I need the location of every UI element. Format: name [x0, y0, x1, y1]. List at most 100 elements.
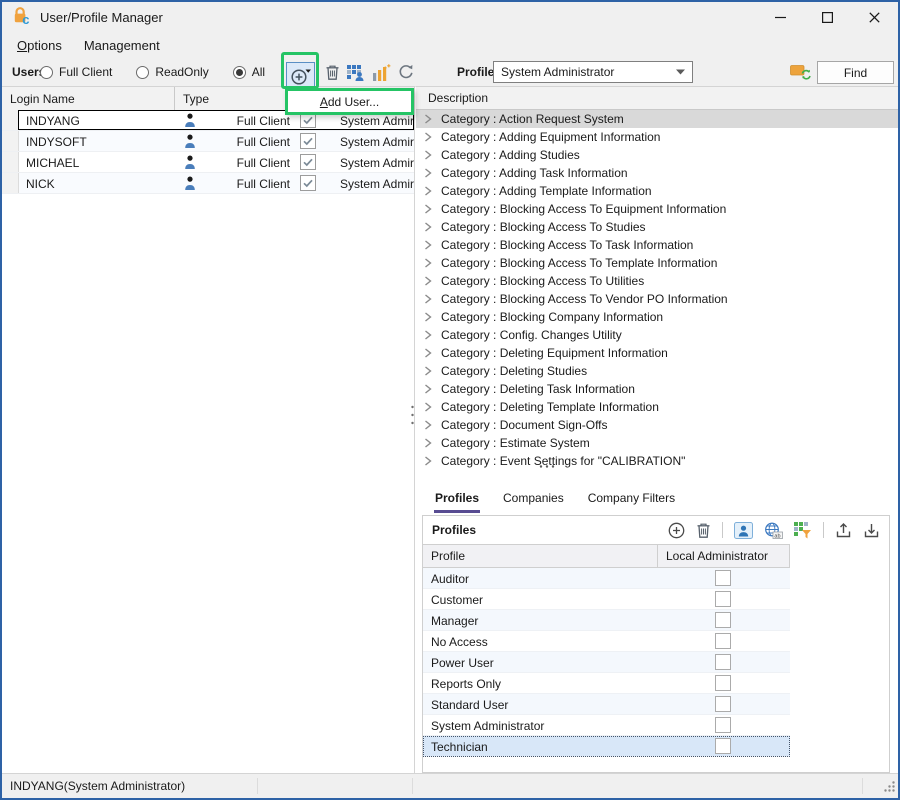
profile-row-customer[interactable]: Customer	[423, 589, 790, 610]
category-item[interactable]: Category : Blocking Company Information	[416, 308, 898, 326]
category-item[interactable]: Category : Deleting Equipment Informatio…	[416, 344, 898, 362]
profile-row-system-administrator[interactable]: System Administrator	[423, 715, 790, 736]
radio-all[interactable]: All	[233, 65, 265, 79]
profile-row-technician[interactable]: Technician	[423, 736, 790, 757]
expand-chevron-icon[interactable]	[424, 114, 432, 124]
user-grid-button[interactable]	[346, 63, 366, 81]
expand-chevron-icon[interactable]	[424, 312, 432, 322]
local-admin-checkbox[interactable]	[715, 696, 731, 712]
delete-profile-button[interactable]	[696, 522, 711, 539]
expand-chevron-icon[interactable]	[424, 204, 432, 214]
export-profiles-button[interactable]	[835, 522, 852, 539]
tab-company-filters[interactable]: Company Filters	[587, 486, 676, 513]
user-enabled-checkbox[interactable]	[300, 154, 316, 170]
profile-row-no-access[interactable]: No Access	[423, 631, 790, 652]
expand-chevron-icon[interactable]	[424, 132, 432, 142]
user-row-michael[interactable]: MICHAELFull ClientSystem Admir	[2, 152, 414, 173]
expand-chevron-icon[interactable]	[424, 276, 432, 286]
profile-row-standard-user[interactable]: Standard User	[423, 694, 790, 715]
user-row-indysoft[interactable]: INDYSOFTFull ClientSystem Admir	[2, 131, 414, 152]
expand-chevron-icon[interactable]	[424, 438, 432, 448]
user-enabled-checkbox[interactable]	[300, 133, 316, 149]
add-profile-button[interactable]	[668, 522, 685, 539]
find-button[interactable]: Find	[817, 61, 894, 84]
category-item[interactable]: Category : Adding Task Information	[416, 164, 898, 182]
menu-item-management[interactable]: Management	[73, 34, 171, 57]
expand-chevron-icon[interactable]	[424, 348, 432, 358]
expand-chevron-icon[interactable]	[424, 402, 432, 412]
local-admin-checkbox[interactable]	[715, 675, 731, 691]
local-admin-checkbox[interactable]	[715, 570, 731, 586]
radio-readonly[interactable]: ReadOnly	[136, 65, 208, 79]
category-item[interactable]: Category : Blocking Access To Template I…	[416, 254, 898, 272]
expand-chevron-icon[interactable]	[424, 240, 432, 250]
category-item[interactable]: Category : Deleting Task Information	[416, 380, 898, 398]
expand-chevron-icon[interactable]	[424, 420, 432, 430]
refresh-button[interactable]	[396, 63, 416, 81]
category-item[interactable]: Category : Blocking Access To Vendor PO …	[416, 290, 898, 308]
chart-plus-icon	[372, 64, 391, 81]
resize-grip[interactable]	[883, 780, 896, 796]
category-item[interactable]: Category : Adding Equipment Information	[416, 128, 898, 146]
profile-select[interactable]: System Administrator	[493, 61, 693, 83]
category-item[interactable]: Category : Blocking Access To Studies	[416, 218, 898, 236]
column-header-login-name[interactable]: Login Name	[2, 87, 175, 110]
category-item[interactable]: Category : Document Sign-Offs	[416, 416, 898, 434]
horizontal-splitter-grip[interactable]	[538, 458, 556, 472]
column-header-local-administrator[interactable]: Local Administrator	[658, 545, 789, 567]
row-indicator	[2, 110, 19, 130]
local-admin-checkbox[interactable]	[715, 717, 731, 733]
add-user-menu-item[interactable]: Add User...	[285, 88, 414, 115]
category-item[interactable]: Category : Blocking Access To Task Infor…	[416, 236, 898, 254]
radio-full-client[interactable]: Full Client	[40, 65, 112, 79]
language-button[interactable]: ab	[764, 522, 783, 539]
category-item[interactable]: Category : Adding Template Information	[416, 182, 898, 200]
expand-chevron-icon[interactable]	[424, 330, 432, 340]
import-profiles-button[interactable]	[863, 522, 880, 539]
category-item[interactable]: Category : Config. Changes Utility	[416, 326, 898, 344]
minimize-button[interactable]	[757, 2, 804, 32]
user-row-nick[interactable]: NICKFull ClientSystem Admir	[2, 173, 414, 194]
delete-user-button[interactable]	[322, 63, 342, 81]
category-item[interactable]: Category : Action Request System	[416, 110, 898, 128]
expand-chevron-icon[interactable]	[424, 186, 432, 196]
profile-row-reports-only[interactable]: Reports Only	[423, 673, 790, 694]
tab-profiles[interactable]: Profiles	[434, 486, 480, 513]
expand-chevron-icon[interactable]	[424, 366, 432, 376]
vertical-splitter-grip[interactable]	[410, 404, 415, 429]
local-admin-checkbox[interactable]	[715, 591, 731, 607]
profile-row-manager[interactable]: Manager	[423, 610, 790, 631]
profile-view-button[interactable]	[734, 522, 753, 539]
local-admin-checkbox[interactable]	[715, 654, 731, 670]
sync-profile-icon[interactable]	[790, 63, 812, 83]
category-item[interactable]: Category : Blocking Access To Equipment …	[416, 200, 898, 218]
user-enabled-checkbox[interactable]	[300, 175, 316, 191]
profile-row-power-user[interactable]: Power User	[423, 652, 790, 673]
grid-filter-button[interactable]	[794, 522, 812, 539]
menu-item-options[interactable]: Options	[6, 34, 73, 57]
expand-chevron-icon[interactable]	[424, 456, 432, 466]
chart-add-button[interactable]	[371, 63, 391, 81]
expand-chevron-icon[interactable]	[424, 384, 432, 394]
expand-chevron-icon[interactable]	[424, 222, 432, 232]
profile-row-auditor[interactable]: Auditor	[423, 568, 790, 589]
close-button[interactable]	[851, 2, 898, 32]
chevron-right-icon	[424, 330, 432, 340]
local-admin-checkbox[interactable]	[715, 612, 731, 628]
category-item[interactable]: Category : Deleting Studies	[416, 362, 898, 380]
expand-chevron-icon[interactable]	[424, 294, 432, 304]
tab-companies[interactable]: Companies	[502, 486, 565, 513]
local-admin-checkbox[interactable]	[715, 738, 731, 754]
expand-chevron-icon[interactable]	[424, 258, 432, 268]
category-item[interactable]: Category : Deleting Template Information	[416, 398, 898, 416]
expand-chevron-icon[interactable]	[424, 150, 432, 160]
category-item[interactable]: Category : Event Settings for "CALIBRATI…	[416, 452, 898, 470]
maximize-button[interactable]	[804, 2, 851, 32]
column-header-profile[interactable]: Profile	[423, 545, 658, 567]
expand-chevron-icon[interactable]	[424, 168, 432, 178]
category-item[interactable]: Category : Estimate System	[416, 434, 898, 452]
category-item[interactable]: Category : Adding Studies	[416, 146, 898, 164]
trash-icon	[696, 522, 711, 539]
local-admin-checkbox[interactable]	[715, 633, 731, 649]
category-item[interactable]: Category : Blocking Access To Utilities	[416, 272, 898, 290]
